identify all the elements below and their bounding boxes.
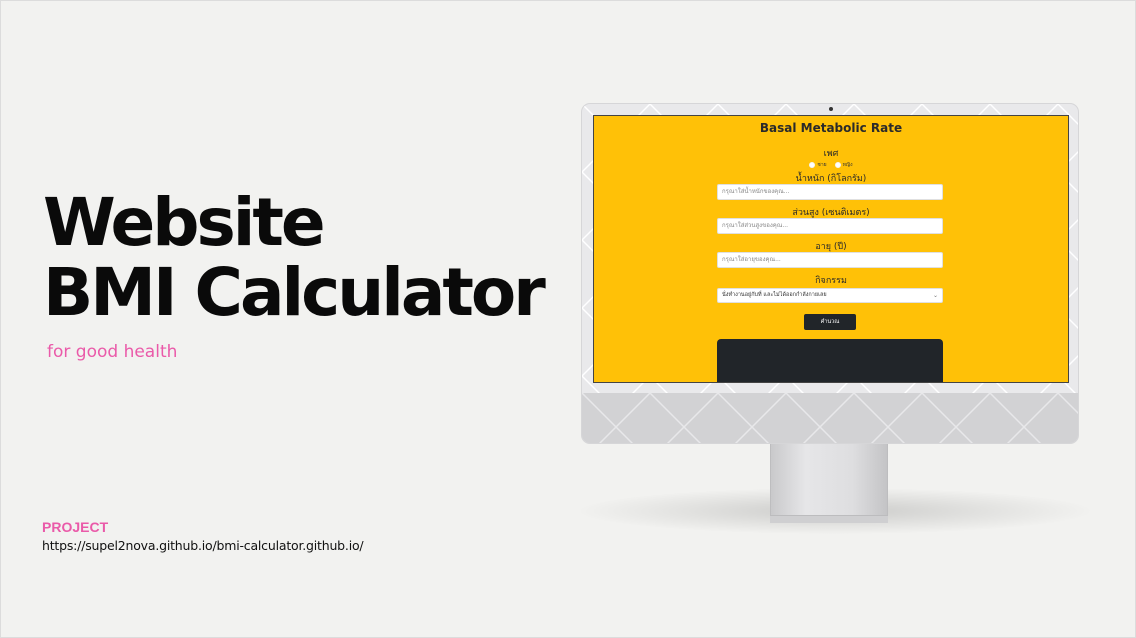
tagline: for good health xyxy=(47,342,178,362)
app-screen: Basal Metabolic Rate เพศ ชาย หญิง น้ำหนั… xyxy=(593,115,1069,383)
monitor-mockup: Basal Metabolic Rate เพศ ชาย หญิง น้ำหนั… xyxy=(581,103,1079,444)
gender-option-label: ชาย xyxy=(817,162,827,168)
age-label: อายุ (ปี) xyxy=(815,242,847,252)
monitor-chin xyxy=(582,393,1078,443)
monitor-stand xyxy=(770,442,888,522)
gender-label: เพศ xyxy=(823,149,839,159)
radio-icon[interactable] xyxy=(809,162,816,168)
gender-option-label: หญิง xyxy=(842,162,853,168)
chevron-down-icon: ⌄ xyxy=(932,292,938,299)
monitor-stand-foot xyxy=(770,515,888,523)
gender-option-female[interactable]: หญิง xyxy=(834,161,853,169)
activity-label: กิจกรรม xyxy=(815,276,847,286)
height-label: ส่วนสูง (เซนติเมตร) xyxy=(792,208,870,218)
result-panel xyxy=(717,339,943,382)
weight-input[interactable]: กรุณาใส่น้ำหนักของคุณ... xyxy=(717,184,943,200)
activity-select[interactable]: นั่งทำงานอยู่กับที่ และไม่ได้ออกกำลังกาย… xyxy=(717,288,943,303)
gender-radio-group: ชาย หญิง xyxy=(594,161,1068,169)
camera-icon xyxy=(829,107,833,111)
radio-icon[interactable] xyxy=(834,162,841,168)
weight-label: น้ำหนัก (กิโลกรัม) xyxy=(795,174,867,184)
headline-line-1: Website xyxy=(43,184,326,261)
activity-selected-value: นั่งทำงานอยู่กับที่ และไม่ได้ออกกำลังกาย… xyxy=(722,292,827,298)
headline-line-2: BMI Calculator xyxy=(43,254,546,331)
project-url-link[interactable]: https://supel2nova.github.io/bmi-calcula… xyxy=(42,538,364,553)
headline: Website BMI Calculator xyxy=(43,184,546,331)
project-label: PROJECT xyxy=(42,519,109,535)
app-title: Basal Metabolic Rate xyxy=(759,121,903,135)
calculate-button[interactable]: คำนวณ xyxy=(804,314,856,330)
height-input[interactable]: กรุณาใส่ส่วนสูงของคุณ... xyxy=(717,218,943,234)
gender-option-male[interactable]: ชาย xyxy=(809,161,827,169)
age-input[interactable]: กรุณาใส่อายุของคุณ... xyxy=(717,252,943,268)
